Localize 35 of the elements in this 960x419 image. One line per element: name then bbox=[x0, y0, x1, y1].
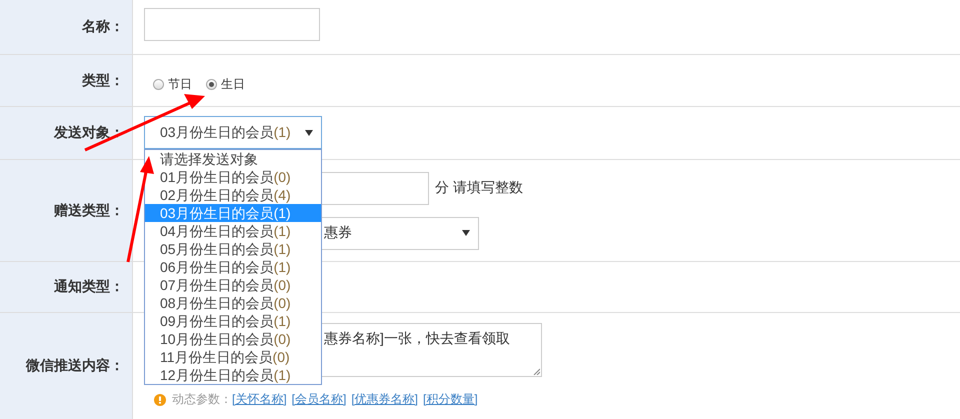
dropdown-option[interactable]: 请选择发送对象 bbox=[145, 150, 321, 168]
dropdown-option[interactable]: 11月份生日的会员(0) bbox=[145, 348, 321, 366]
resize-grip-icon[interactable] bbox=[533, 368, 540, 375]
radio-option[interactable]: 生日 bbox=[206, 76, 245, 93]
param-link[interactable]: [会员名称] bbox=[292, 391, 346, 408]
dropdown-option[interactable]: 08月份生日的会员(0) bbox=[145, 294, 321, 312]
dropdown-option[interactable]: 10月份生日的会员(0) bbox=[145, 330, 321, 348]
unit-label: 分 bbox=[435, 179, 449, 197]
dropdown-option[interactable]: 12月份生日的会员(1) bbox=[145, 366, 321, 384]
dropdown-option[interactable]: 07月份生日的会员(0) bbox=[145, 276, 321, 294]
warning-icon bbox=[154, 394, 166, 406]
dropdown-option[interactable]: 05月份生日的会员(1) bbox=[145, 240, 321, 258]
hint-text: 请填写整数 bbox=[453, 179, 523, 197]
points-input-field[interactable] bbox=[322, 172, 429, 204]
field-label: 微信推送内容： bbox=[26, 357, 124, 375]
content-textarea[interactable]: 惠券名称]一张，快去查看领取 bbox=[322, 323, 542, 377]
field-label: 类型： bbox=[82, 72, 124, 90]
params-label: 动态参数： bbox=[172, 391, 232, 408]
field-label: 通知类型： bbox=[54, 278, 124, 296]
target-select[interactable]: 03月份生日的会员(1) bbox=[144, 116, 322, 149]
param-link[interactable]: [优惠券名称] bbox=[351, 391, 418, 408]
dropdown-option[interactable]: 01月份生日的会员(0) bbox=[145, 168, 321, 186]
dropdown-option[interactable]: 06月份生日的会员(1) bbox=[145, 258, 321, 276]
caret-icon bbox=[305, 130, 313, 136]
dropdown-option[interactable]: 02月份生日的会员(4) bbox=[145, 186, 321, 204]
caret-icon bbox=[462, 230, 470, 236]
coupon-select[interactable]: 惠券 bbox=[322, 216, 479, 250]
name-input-field[interactable] bbox=[144, 8, 320, 41]
field-label: 赠送类型： bbox=[54, 202, 124, 220]
dropdown-option[interactable]: 09月份生日的会员(1) bbox=[145, 312, 321, 330]
field-label: 名称： bbox=[82, 18, 124, 36]
dropdown-option[interactable]: 04月份生日的会员(1) bbox=[145, 222, 321, 240]
radio-option[interactable]: 节日 bbox=[153, 76, 192, 93]
param-link[interactable]: [积分数量] bbox=[423, 391, 478, 408]
param-link[interactable]: [关怀名称] bbox=[232, 391, 287, 408]
